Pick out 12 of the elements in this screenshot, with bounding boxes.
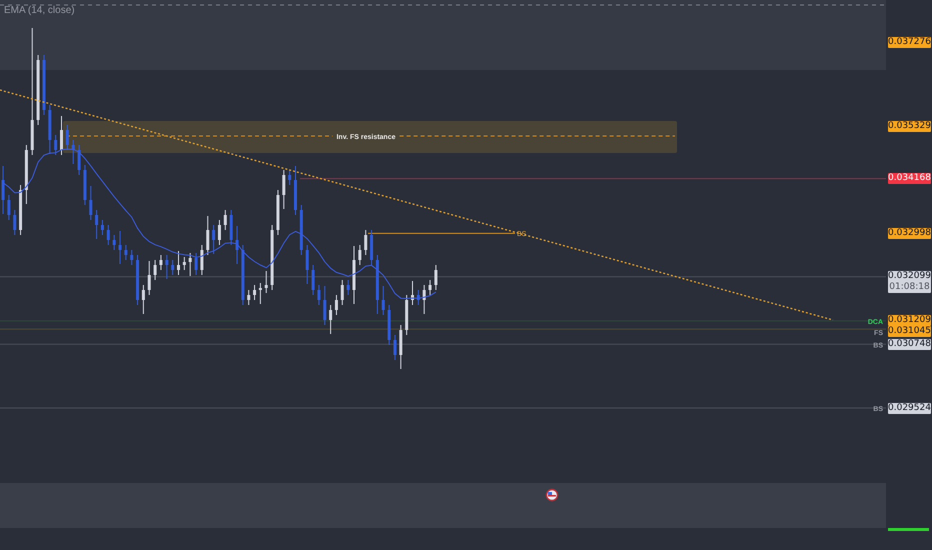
indicator-bar: [888, 528, 929, 531]
price-tag: 0.031209: [888, 315, 931, 326]
indicator-legend: EMA (14, close): [4, 3, 75, 18]
price-tag: 0.032099 01:08:18: [888, 271, 931, 294]
price-tag: 0.035329: [888, 120, 931, 132]
price-tag: 0.031045: [888, 326, 931, 338]
price-tag: 0.030748: [888, 338, 931, 350]
price-tag: 0.032998: [888, 228, 931, 239]
flag-icon: [546, 488, 558, 502]
price-tag: 0.034168: [888, 173, 931, 184]
price-tag: 0.037276: [888, 36, 931, 48]
price-tag: 0.029524: [888, 402, 931, 414]
